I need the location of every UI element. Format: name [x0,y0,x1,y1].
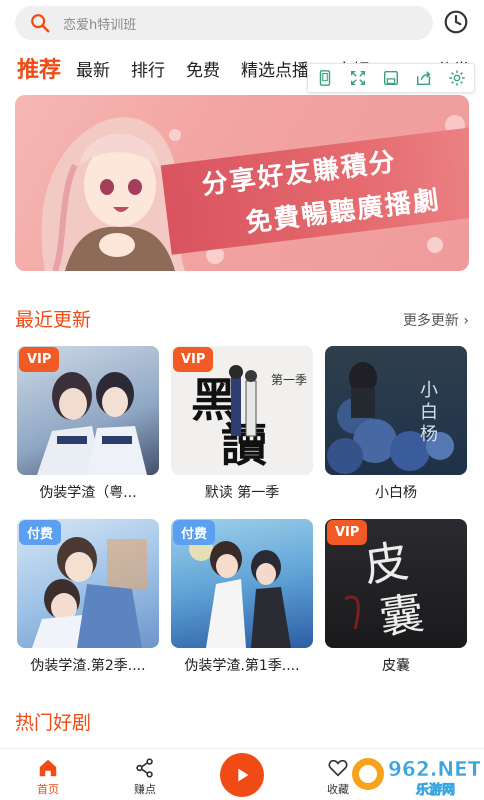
more-updates-link[interactable]: 更多更新 › [403,310,469,330]
drama-card[interactable]: 黑 讀 第一季 VIP 默读 第一季 [171,346,313,502]
drama-cover: 付费 [171,519,313,648]
drama-card[interactable]: VIP 伪装学渣（粤... [17,346,159,502]
heart-icon [328,759,348,777]
share-nodes-icon [136,758,153,778]
play-button[interactable] [220,753,264,797]
search-icon [31,14,50,33]
save-icon[interactable] [382,69,400,87]
share-icon[interactable] [415,69,433,87]
play-icon [238,768,249,782]
phone-frame-icon[interactable] [316,69,334,87]
vip-badge: VIP [173,347,214,372]
svg-text:小: 小 [420,380,438,401]
top-bar: 恋爱h特训班 [0,0,484,46]
drama-title: 伪装学渣.第1季.... [184,658,300,674]
floating-toolbar [307,63,475,93]
search-bar[interactable]: 恋爱h特训班 [15,6,433,40]
svg-text:乐游网: 乐游网 [416,782,455,798]
drama-cover: 皮 囊 VIP [325,519,467,648]
drama-card[interactable]: 小 白 杨 小白杨 [325,346,467,502]
nav-earn[interactable]: 赚点 [115,757,175,797]
nav-favorites-label: 收藏 [327,783,349,796]
tab-featured[interactable]: 精选点播 [241,56,309,81]
drama-card[interactable]: 付费 伪装学渣.第1季.... [171,519,313,675]
expand-icon[interactable] [349,69,367,87]
vip-badge: VIP [19,347,60,372]
history-clock-icon[interactable] [443,9,469,35]
site-watermark: 962.NET 乐游网 [348,752,482,798]
tab-free[interactable]: 免费 [186,56,220,81]
drama-card[interactable]: 付费 伪装学渣.第2季.... [17,519,159,675]
drama-cover: 付费 [17,519,159,648]
nav-home-label: 首页 [37,783,59,796]
more-updates-label: 更多更新 [402,313,459,329]
settings-gear-icon[interactable] [448,69,466,87]
chevron-right-icon: › [463,313,469,329]
drama-title: 小白杨 [375,485,417,501]
drama-cover: 黑 讀 第一季 VIP [171,346,313,475]
watermark-logo: 962.NET 乐游网 [352,757,482,798]
search-placeholder: 恋爱h特训班 [63,17,137,33]
svg-text:讀: 讀 [221,418,267,472]
home-icon [39,759,57,777]
drama-title: 伪装学渣（粤... [39,485,137,501]
vip-badge: VIP [327,520,368,545]
paid-badge: 付费 [19,520,62,545]
recent-section-title: 最近更新 [15,309,92,331]
svg-text:杨: 杨 [420,424,438,445]
drama-card[interactable]: 皮 囊 VIP 皮囊 [325,519,467,675]
tab-recommend[interactable]: 推荐 [17,52,61,84]
hot-section-title: 热门好剧 [15,712,92,734]
drama-title: 伪装学渣.第2季.... [30,658,146,674]
svg-text:第一季: 第一季 [271,373,307,387]
drama-cover: 小 白 杨 [325,346,467,475]
svg-text:囊: 囊 [376,588,427,645]
drama-title: 皮囊 [382,658,410,674]
drama-title: 默读 第一季 [204,485,280,501]
drama-cover: VIP [17,346,159,475]
cover-art: 小 白 杨 [327,362,454,474]
nav-home[interactable]: 首页 [18,757,78,797]
nav-earn-label: 赚点 [134,783,156,796]
tab-ranking[interactable]: 排行 [131,56,165,81]
paid-badge: 付费 [173,520,216,545]
svg-text:962.NET: 962.NET [388,757,480,781]
svg-text:皮: 皮 [361,536,412,593]
tab-latest[interactable]: 最新 [76,56,110,81]
promo-banner[interactable]: 分享好友賺積分 免費暢聽廣播劇 [15,95,469,271]
svg-text:白: 白 [420,402,438,423]
